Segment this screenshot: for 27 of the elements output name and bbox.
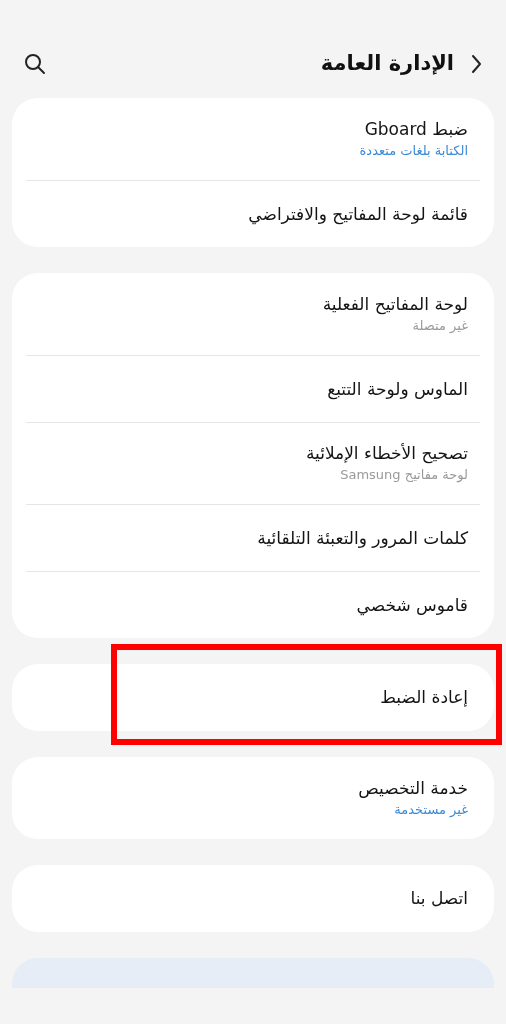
page-title: الإدارة العامة	[320, 50, 454, 78]
settings-item[interactable]: خدمة التخصيص غير مستخدمة	[12, 757, 494, 839]
search-icon[interactable]	[24, 53, 46, 75]
settings-item[interactable]: لوحة المفاتيح الفعلية غير متصلة	[12, 273, 494, 355]
settings-item[interactable]: ضبط Gboard الكتابة بلغات متعددة	[12, 98, 494, 180]
settings-item[interactable]: قائمة لوحة المفاتيح والافتراضي	[26, 180, 480, 247]
item-title: الماوس ولوحة التتبع	[326, 377, 468, 401]
item-title: كلمات المرور والتعبئة التلقائية	[256, 526, 468, 550]
item-title: إعادة الضبط	[379, 686, 468, 709]
item-title: خدمة التخصيص	[357, 776, 468, 800]
back-icon[interactable]	[470, 54, 482, 74]
item-title: لوحة المفاتيح الفعلية	[321, 292, 468, 316]
settings-item[interactable]: إعادة الضبط	[12, 664, 494, 731]
item-title: قاموس شخصي	[355, 593, 468, 617]
item-title: تصحيح الأخطاء الإملائية	[304, 442, 468, 466]
settings-item[interactable]: اتصل بنا	[12, 865, 494, 932]
settings-item[interactable]: قاموس شخصي	[26, 571, 480, 638]
item-title: قائمة لوحة المفاتيح والافتراضي	[247, 202, 468, 226]
item-subtitle: الكتابة بلغات متعددة	[358, 141, 468, 160]
settings-item[interactable]: كلمات المرور والتعبئة التلقائية	[26, 504, 480, 571]
item-subtitle: لوحة مفاتيح Samsung	[339, 466, 468, 485]
settings-item[interactable]: الماوس ولوحة التتبع	[26, 355, 480, 422]
settings-item[interactable]: تصحيح الأخطاء الإملائية لوحة مفاتيح Samsung	[26, 422, 480, 504]
item-subtitle: غير مستخدمة	[393, 800, 468, 819]
item-subtitle: غير متصلة	[411, 316, 468, 335]
item-title: ضبط Gboard	[363, 117, 468, 141]
item-title: اتصل بنا	[409, 887, 468, 910]
